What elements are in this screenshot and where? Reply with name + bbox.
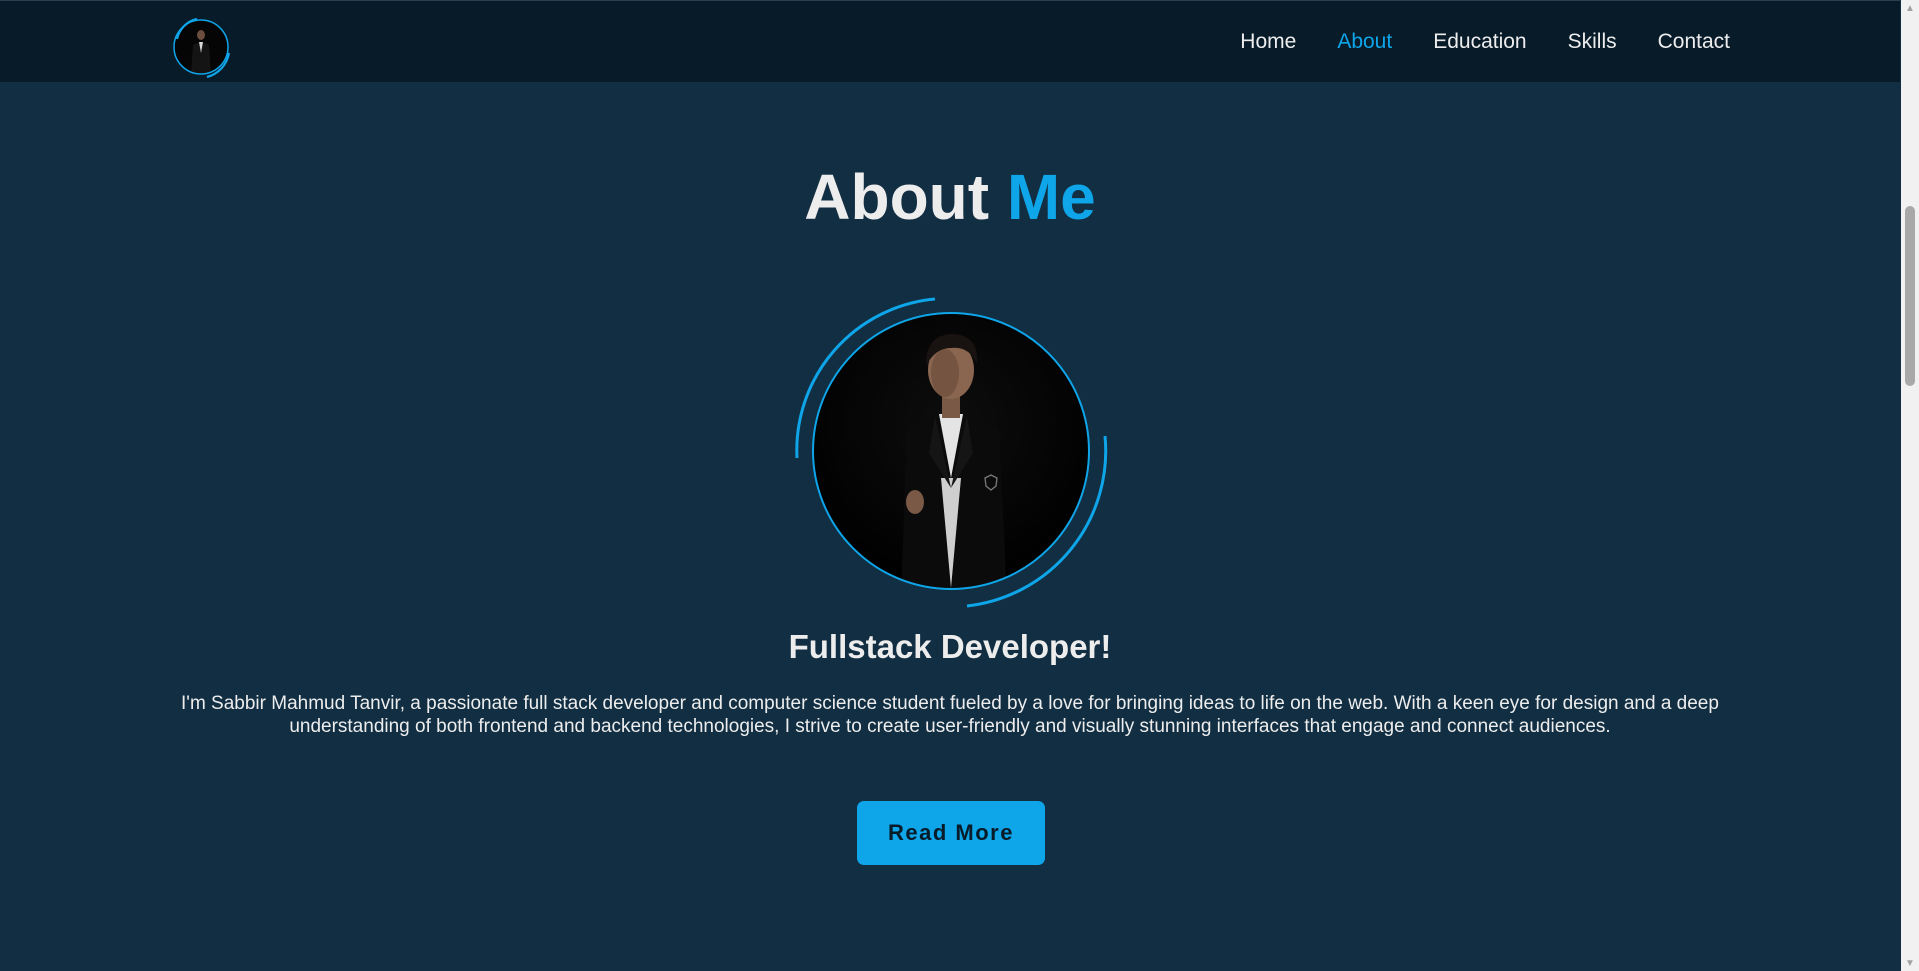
title-accent: Me [1006, 161, 1096, 233]
nav-education[interactable]: Education [1433, 30, 1526, 54]
site-header: Home About Education Skills Contact [0, 0, 1900, 82]
scroll-up-arrow-icon[interactable]: ▲ [1901, 0, 1919, 16]
section-title: About Me [0, 160, 1900, 234]
scroll-down-arrow-icon[interactable]: ▼ [1901, 955, 1919, 971]
scrollbar[interactable]: ▲ ▼ [1901, 0, 1919, 971]
main-nav: Home About Education Skills Contact [1240, 1, 1730, 83]
nav-contact[interactable]: Contact [1658, 30, 1730, 54]
about-description: I'm Sabbir Mahmud Tanvir, a passionate f… [181, 693, 1719, 737]
nav-home[interactable]: Home [1240, 30, 1296, 54]
read-more-button[interactable]: Read More [857, 801, 1045, 865]
scrollbar-thumb[interactable] [1905, 206, 1915, 386]
nav-about[interactable]: About [1337, 30, 1392, 54]
logo-avatar[interactable] [167, 13, 235, 81]
about-section: About Me Fullstack Developer! I'm Sabbir… [0, 82, 1900, 971]
about-subtitle: Fullstack Developer! [788, 628, 1112, 665]
title-main: About [804, 161, 990, 233]
nav-skills[interactable]: Skills [1568, 30, 1617, 54]
profile-photo [789, 288, 1113, 612]
